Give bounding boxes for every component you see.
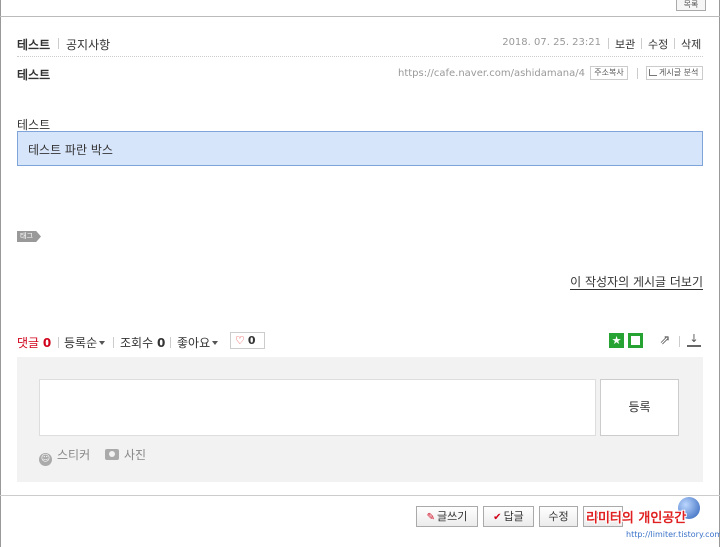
star-icon[interactable]: ★ (609, 333, 624, 348)
watermark: 리미터의 개인공간 http://limiter.tistory.com (586, 497, 720, 547)
edit-post-button[interactable]: 수정 (648, 36, 668, 52)
post-url[interactable]: https://cafe.naver.com/ashidamana/4 (398, 68, 585, 79)
save-button[interactable]: 보관 (615, 36, 635, 52)
write-button[interactable]: ✎ 글쓰기 (416, 506, 478, 527)
watermark-url: http://limiter.tistory.com (626, 530, 720, 539)
square-icon[interactable] (628, 333, 643, 348)
pencil-icon: ✎ (426, 512, 435, 523)
download-icon[interactable]: ↓ (687, 333, 701, 347)
views-stat: 조회수 0 (120, 334, 165, 351)
sort-dropdown[interactable]: 등록순 (64, 334, 106, 351)
comments-label: 댓글 (17, 336, 40, 350)
divider (674, 38, 675, 49)
list-button[interactable]: 목록 (676, 0, 706, 11)
likes-label: 좋아요 (177, 336, 211, 350)
reply-label: 답글 (503, 510, 524, 523)
sort-label: 등록순 (64, 336, 98, 350)
check-icon: ✔ (493, 512, 502, 523)
smile-icon: ☺ (39, 453, 52, 466)
post-title: 테스트 (17, 38, 51, 52)
divider (641, 38, 642, 49)
watermark-text: 리미터의 개인공간 (586, 511, 687, 526)
photo-label: 사진 (124, 448, 147, 462)
post-date: 2018. 07. 25. 23:21 (502, 37, 601, 48)
divider (637, 68, 638, 79)
divider (58, 337, 59, 348)
edit-button[interactable]: 수정 (539, 506, 578, 527)
author-more-posts-link[interactable]: 이 작성자의 게시글 더보기 (570, 275, 703, 290)
comment-submit-button[interactable]: 등록 (600, 379, 679, 436)
blue-box: 테스트 파란 박스 (17, 131, 703, 166)
write-label: 글쓰기 (437, 510, 468, 523)
post-subject: 테스트 (17, 68, 51, 82)
views-label: 조회수 (120, 336, 154, 350)
like-count: 0 (247, 334, 256, 347)
share-icon[interactable]: ⇗ (657, 333, 673, 348)
bottom-divider (0, 495, 720, 496)
divider (170, 337, 171, 348)
comment-bar: 댓글 0 등록순 조회수 0 좋아요 ♡ 0 ★ ⇗ ↓ (17, 332, 703, 351)
divider (608, 38, 609, 49)
heart-icon: ♡ (235, 334, 245, 347)
divider (58, 38, 59, 49)
caret-down-icon (212, 341, 219, 345)
copy-url-button[interactable]: 주소복사 (590, 66, 628, 80)
post-subject-row: 테스트 https://cafe.naver.com/ashidamana/4 … (17, 66, 703, 82)
divider (679, 336, 680, 347)
bar-chart-icon (649, 69, 657, 76)
likes-dropdown[interactable]: 좋아요 (177, 334, 219, 351)
post-analysis-label: 게시글 분석 (659, 68, 699, 77)
camera-icon (105, 449, 119, 460)
tag-icon: 태그 (17, 231, 41, 242)
comment-input[interactable] (39, 379, 596, 436)
header-divider (17, 56, 703, 57)
category-link[interactable]: 공지사항 (66, 36, 110, 53)
photo-button[interactable]: 사진 (105, 446, 146, 463)
reply-button[interactable]: ✔ 답글 (483, 506, 534, 527)
blue-box-text: 테스트 파란 박스 (28, 143, 113, 157)
comments-count: 0 (42, 336, 52, 350)
sticker-label: 스티커 (57, 448, 91, 462)
sticker-button[interactable]: ☺ 스티커 (39, 446, 90, 466)
like-button[interactable]: ♡ 0 (230, 332, 265, 349)
views-count: 0 (156, 336, 166, 350)
comment-form: 등록 ☺ 스티커 사진 (17, 357, 703, 482)
delete-post-button[interactable]: 삭제 (681, 36, 701, 52)
caret-down-icon (99, 341, 106, 345)
post-header: 테스트 공지사항 2018. 07. 25. 23:21 보관 수정 삭제 (17, 36, 703, 52)
top-divider (0, 16, 720, 17)
divider (113, 337, 114, 348)
post-analysis-button[interactable]: 게시글 분석 (646, 66, 703, 80)
comments-toggle[interactable]: 댓글 0 (17, 334, 51, 351)
